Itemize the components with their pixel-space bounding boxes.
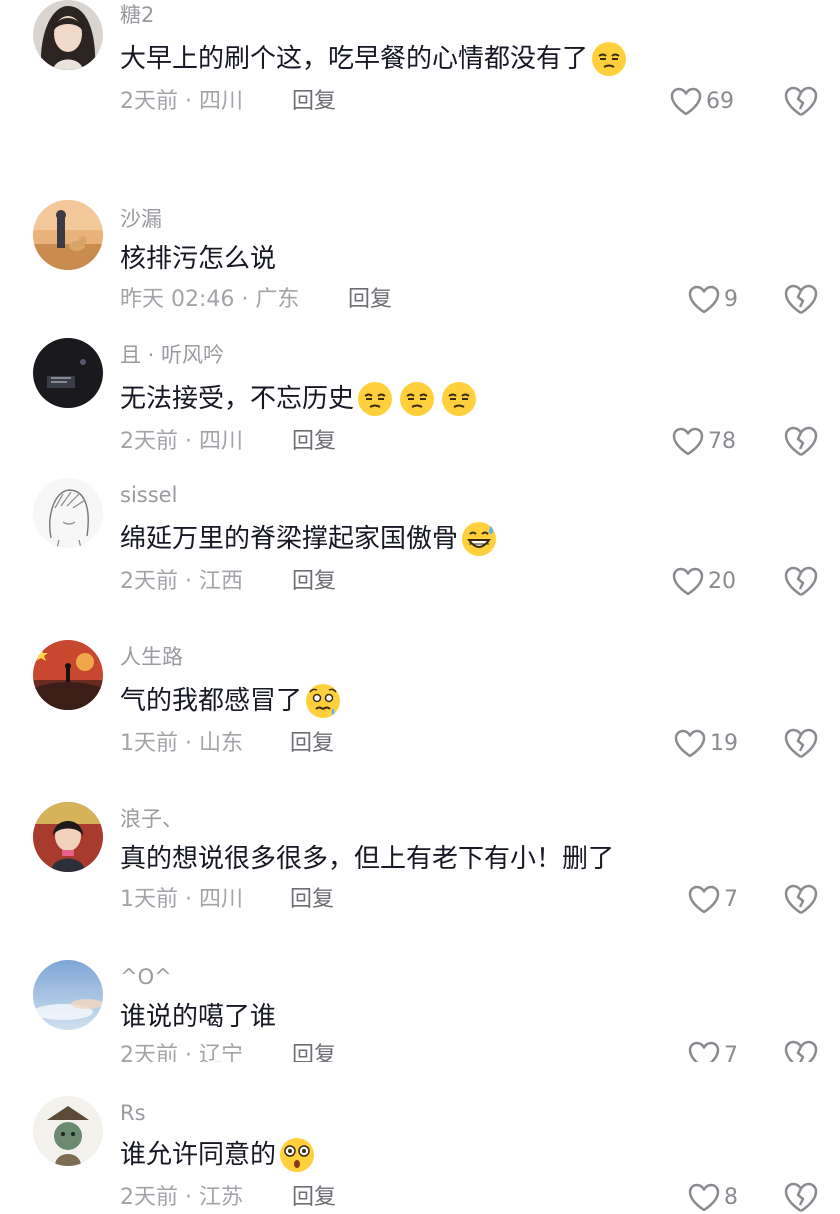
- avatar[interactable]: [33, 0, 103, 70]
- broken-heart-icon: [784, 426, 818, 457]
- like-count: 69: [706, 89, 734, 114]
- crop-band: [0, 1062, 840, 1098]
- comment-text-content: 谁允许同意的: [120, 1140, 277, 1170]
- comment-meta: 2天前 · 江苏: [120, 1185, 243, 1210]
- heart-icon: [672, 567, 704, 596]
- username[interactable]: 糖2: [120, 2, 154, 28]
- comment-text: 谁允许同意的: [120, 1136, 320, 1174]
- like-count: 7: [724, 887, 738, 912]
- like-count: 78: [708, 429, 736, 454]
- dislike-button[interactable]: [784, 1182, 818, 1214]
- avatar[interactable]: [33, 960, 103, 1030]
- avatar[interactable]: [33, 640, 103, 710]
- broken-heart-icon: [784, 728, 818, 759]
- like-button[interactable]: 78: [672, 426, 736, 458]
- broken-heart-icon: [784, 284, 818, 315]
- avatar[interactable]: [33, 1096, 103, 1166]
- comment-text-content: 大早上的刷个这，吃早餐的心情都没有了: [120, 44, 589, 74]
- smirk-emoji: [440, 380, 478, 418]
- comment-text: 谁说的噶了谁: [120, 1000, 276, 1034]
- shocked-emoji: [278, 1136, 316, 1174]
- comment-text: 无法接受，不忘历史: [120, 380, 482, 418]
- like-button[interactable]: 19: [674, 728, 738, 760]
- username[interactable]: sissel: [120, 482, 177, 508]
- like-button[interactable]: 8: [688, 1182, 738, 1214]
- comment-meta: 昨天 02:46 · 广东: [120, 287, 300, 312]
- like-count: 19: [710, 731, 738, 756]
- heart-icon: [674, 729, 706, 758]
- broken-heart-icon: [784, 566, 818, 597]
- comment-text-content: 气的我都感冒了: [120, 686, 303, 716]
- dislike-button[interactable]: [784, 86, 818, 118]
- comment-meta: 1天前 · 山东: [120, 731, 243, 756]
- broken-heart-icon: [784, 86, 818, 117]
- dislike-button[interactable]: [784, 284, 818, 316]
- reply-button[interactable]: 回复: [348, 286, 392, 314]
- username[interactable]: Rs: [120, 1100, 146, 1126]
- dislike-button[interactable]: [784, 884, 818, 916]
- username[interactable]: 浪子、: [120, 806, 183, 832]
- sweat-grin-emoji: [460, 520, 498, 558]
- like-button[interactable]: 69: [670, 86, 734, 118]
- comment-text-content: 绵延万里的脊梁撑起家国傲骨: [120, 524, 459, 554]
- reply-button[interactable]: 回复: [292, 428, 336, 456]
- broken-heart-icon: [784, 1182, 818, 1213]
- smirk-emoji: [398, 380, 436, 418]
- comment-meta: 2天前 · 江西: [120, 569, 243, 594]
- avatar[interactable]: [33, 802, 103, 872]
- smirk-emoji: [590, 40, 628, 78]
- reply-button[interactable]: 回复: [292, 88, 336, 116]
- heart-icon: [672, 427, 704, 456]
- smirk-emoji: [356, 380, 394, 418]
- reply-button[interactable]: 回复: [292, 1184, 336, 1212]
- dislike-button[interactable]: [784, 566, 818, 598]
- comment-text-content: 无法接受，不忘历史: [120, 384, 355, 414]
- like-button[interactable]: 20: [672, 566, 736, 598]
- heart-icon: [688, 285, 720, 314]
- username[interactable]: 且 · 听风吟: [120, 342, 224, 368]
- comment-meta: 2天前 · 四川: [120, 89, 243, 114]
- sick-emoji: [304, 682, 342, 720]
- avatar[interactable]: [33, 338, 103, 408]
- like-count: 9: [724, 287, 738, 312]
- username[interactable]: 人生路: [120, 644, 183, 670]
- dislike-button[interactable]: [784, 728, 818, 760]
- dislike-button[interactable]: [784, 426, 818, 458]
- like-count: 20: [708, 569, 736, 594]
- avatar[interactable]: [33, 478, 103, 548]
- like-count: 8: [724, 1185, 738, 1210]
- heart-icon: [688, 885, 720, 914]
- comment-text-content: 真的想说很多很多，但上有老下有小！删了: [120, 844, 615, 874]
- like-button[interactable]: 9: [688, 284, 738, 316]
- comment-text: 核排污怎么说: [120, 242, 276, 276]
- heart-icon: [688, 1183, 720, 1212]
- reply-button[interactable]: 回复: [292, 568, 336, 596]
- comment-text: 绵延万里的脊梁撑起家国傲骨: [120, 520, 502, 558]
- comment-text-content: 谁说的噶了谁: [120, 1002, 277, 1032]
- username[interactable]: 沙漏: [120, 206, 162, 232]
- comment-meta: 1天前 · 四川: [120, 887, 243, 912]
- reply-button[interactable]: 回复: [290, 730, 334, 758]
- like-button[interactable]: 7: [688, 884, 738, 916]
- comment-text-content: 核排污怎么说: [120, 244, 277, 274]
- comment-text: 真的想说很多很多，但上有老下有小！删了: [120, 842, 614, 876]
- comment-text: 大早上的刷个这，吃早餐的心情都没有了: [120, 40, 632, 78]
- username[interactable]: ^O^: [120, 964, 172, 990]
- broken-heart-icon: [784, 884, 818, 915]
- comment-meta: 2天前 · 四川: [120, 429, 243, 454]
- reply-button[interactable]: 回复: [290, 886, 334, 914]
- heart-icon: [670, 87, 702, 116]
- comment-text: 气的我都感冒了: [120, 682, 346, 720]
- avatar[interactable]: [33, 200, 103, 270]
